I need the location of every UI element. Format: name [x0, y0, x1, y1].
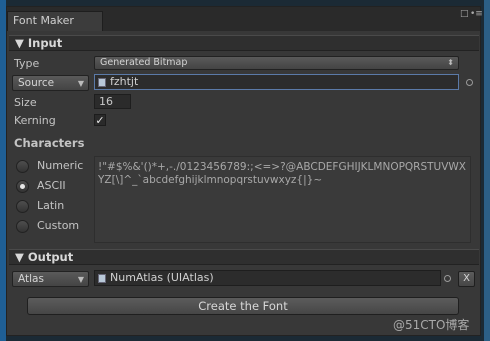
chevron-down-icon: ▼ [77, 79, 84, 88]
atlas-asset-icon [98, 274, 106, 283]
input-section-header[interactable]: ▼ Input [9, 35, 479, 51]
source-font-field[interactable]: fzhtjt [94, 74, 459, 90]
radio-custom-label: Custom [37, 219, 80, 232]
tab-font-maker[interactable]: Font Maker [7, 11, 103, 31]
chevron-down-icon: ▼ [77, 275, 84, 284]
kerning-checkbox[interactable]: ✓ [94, 114, 106, 126]
atlas-value: NumAtlas (UIAtlas) [110, 271, 214, 284]
foldout-arrow-icon: ▼ [15, 36, 28, 50]
foldout-arrow-icon: ▼ [15, 250, 28, 264]
output-header-label: Output [27, 250, 74, 264]
atlas-field[interactable]: NumAtlas (UIAtlas) [94, 270, 441, 286]
size-label: Size [14, 96, 37, 109]
radio-latin-label: Latin [37, 199, 65, 212]
input-header-label: Input [27, 36, 63, 50]
radio-numeric[interactable] [16, 160, 29, 173]
source-dropdown[interactable]: Source ▼ [12, 75, 89, 91]
object-picker-icon[interactable] [444, 275, 451, 282]
clear-atlas-button[interactable]: X [458, 271, 475, 287]
type-label: Type [14, 57, 40, 70]
create-font-button[interactable]: Create the Font [27, 297, 459, 315]
background-right [484, 0, 490, 341]
updown-arrow-icon: ⬍ [447, 58, 454, 67]
characters-header: Characters [14, 136, 85, 150]
menu-icon[interactable]: •≡ [470, 9, 483, 19]
font-asset-icon [98, 78, 106, 87]
tab-bar: Font Maker □ •≡ [7, 7, 483, 31]
source-selector-label: Source [18, 77, 55, 89]
atlas-selector-label: Atlas [18, 273, 44, 285]
radio-latin[interactable] [16, 200, 29, 213]
checkmark-icon: ✓ [95, 114, 105, 127]
object-picker-icon[interactable] [466, 79, 473, 86]
type-dropdown[interactable]: Generated Bitmap ⬍ [94, 56, 459, 70]
output-section-header[interactable]: ▼ Output [9, 249, 479, 265]
maximize-icon[interactable]: □ [460, 9, 469, 19]
radio-numeric-label: Numeric [37, 159, 84, 172]
atlas-dropdown[interactable]: Atlas ▼ [12, 271, 89, 287]
watermark: @51CTO博客 [393, 318, 470, 332]
type-value: Generated Bitmap [100, 57, 188, 68]
font-maker-window: Font Maker □ •≡ ▼ Input Type Generated B… [6, 6, 483, 336]
characters-text-area[interactable]: !"#$%&'()*+,-./0123456789:;<=>?@ABCDEFGH… [94, 156, 471, 243]
radio-ascii[interactable] [16, 180, 29, 193]
kerning-label: Kerning [14, 114, 56, 127]
size-input[interactable]: 16 [94, 94, 131, 109]
source-value: fzhtjt [110, 75, 139, 88]
radio-custom[interactable] [16, 220, 29, 233]
radio-ascii-label: ASCII [37, 179, 66, 192]
